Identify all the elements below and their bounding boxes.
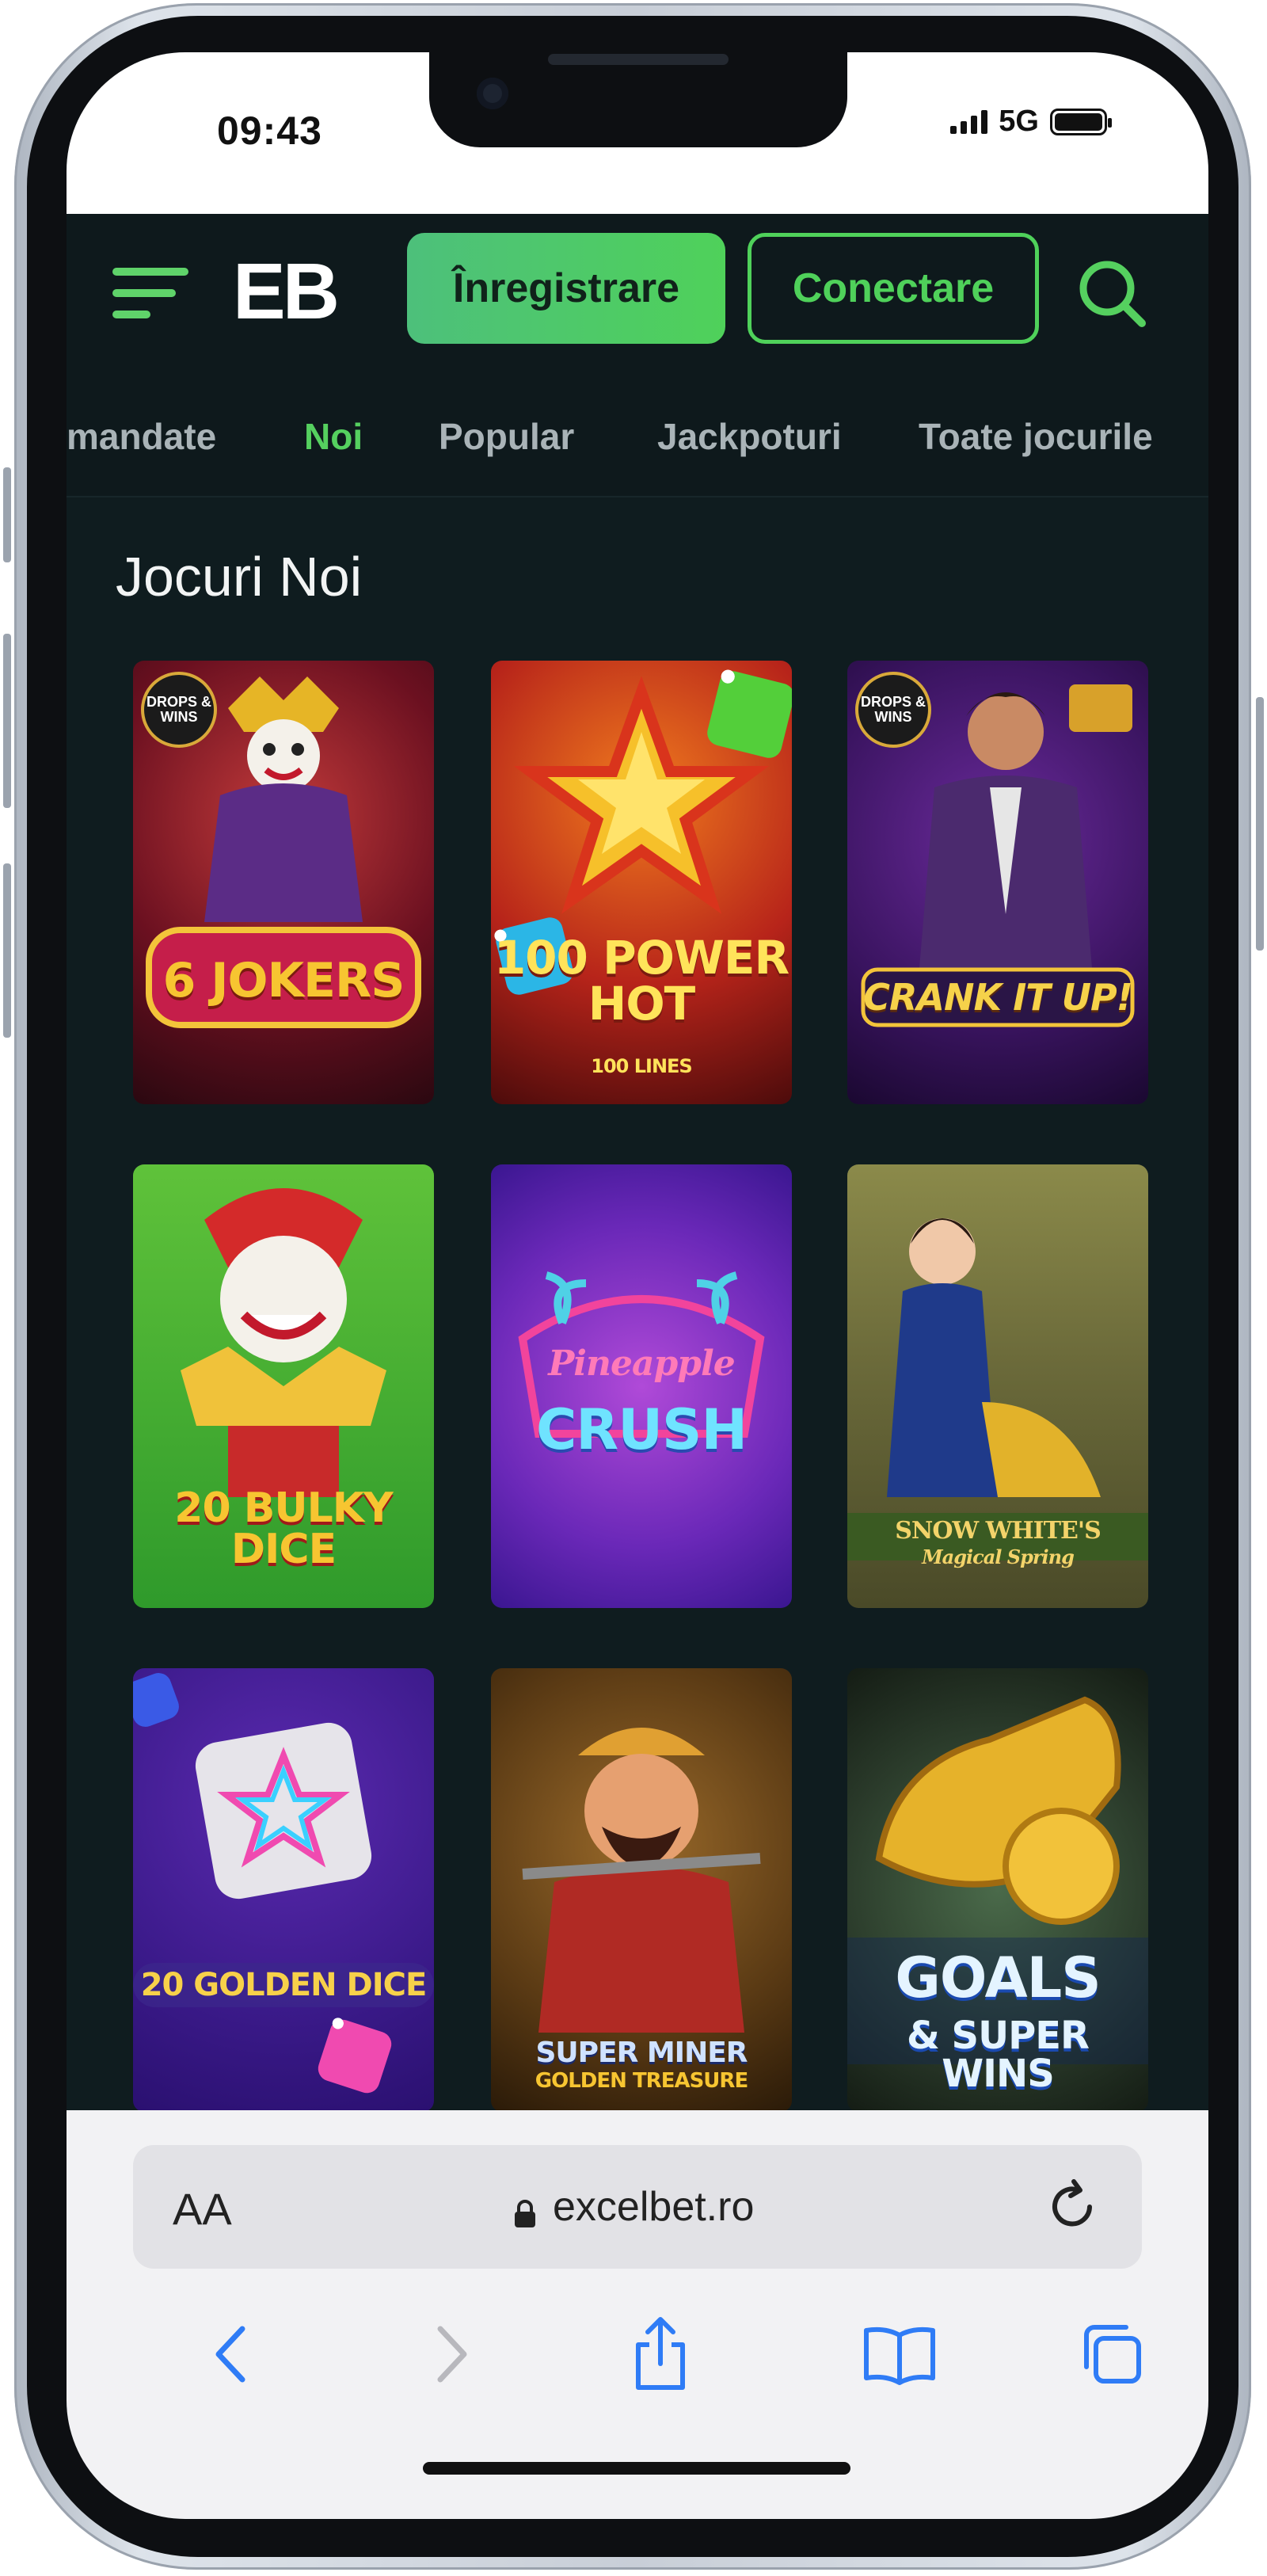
game-title: 100 POWER HOT	[493, 931, 789, 1031]
game-card-20-bulky-dice[interactable]: 20 BULKY DICE	[133, 1164, 434, 1608]
home-indicator[interactable]	[423, 2462, 850, 2475]
game-title: 6 JOKERS	[162, 953, 405, 1008]
game-title: SUPER MINER	[535, 2037, 748, 2069]
game-card-goals-super-wins[interactable]: GOALS & SUPER WINS	[847, 1668, 1148, 2110]
address-bar[interactable]: AA excelbet.ro	[133, 2145, 1142, 2269]
screen: 09:43 5G EB Înregistrare Conectare manda…	[67, 52, 1208, 2519]
drops-wins-badge: DROPS & WINS	[141, 672, 217, 748]
share-icon[interactable]	[621, 2315, 700, 2394]
game-subtitle: GOLDEN TREASURE	[535, 2069, 748, 2093]
logo[interactable]: EB	[233, 252, 340, 331]
game-title: 20 BULKY DICE	[174, 1484, 393, 1573]
back-icon[interactable]	[192, 2315, 271, 2394]
speaker	[548, 54, 729, 65]
app-header: EB Înregistrare Conectare	[67, 214, 1208, 372]
browser-nav-row	[67, 2307, 1208, 2402]
power-button	[1256, 697, 1264, 951]
drops-wins-badge: DROPS & WINS	[855, 672, 931, 748]
lock-icon	[513, 2192, 537, 2227]
category-tabs: mandate Noi Popular Jackpoturi Toate joc…	[67, 372, 1208, 497]
search-icon[interactable]	[1074, 255, 1150, 331]
status-time: 09:43	[217, 109, 322, 153]
mute-switch	[3, 467, 11, 562]
volume-down-button	[3, 863, 11, 1038]
register-button[interactable]: Înregistrare	[407, 233, 725, 344]
status-indicators: 5G	[950, 105, 1112, 139]
volume-up-button	[3, 634, 11, 808]
browser-toolbar: AA excelbet.ro	[67, 2110, 1208, 2519]
tab-popular[interactable]: Popular	[439, 415, 574, 458]
front-camera	[477, 78, 508, 109]
battery-icon	[1050, 108, 1112, 135]
game-subtitle: Magical Spring	[922, 1545, 1075, 1568]
tab-new[interactable]: Noi	[304, 415, 363, 458]
game-card-6-jokers[interactable]: DROPS & WINS 6 JOKERS	[133, 661, 434, 1104]
game-title: GOALS	[895, 1945, 1101, 2010]
main-content: Jocuri Noi DROPS & WINS 6 JOKERS 100 POW…	[67, 497, 1208, 2110]
tab-recommended[interactable]: mandate	[67, 415, 216, 458]
game-subtitle: CRUSH	[535, 1397, 748, 1462]
signal-icon	[950, 109, 988, 134]
url-text: excelbet.ro	[553, 2184, 755, 2230]
url-display: excelbet.ro	[513, 2183, 754, 2231]
game-card-snow-white[interactable]: SNOW WHITE'S Magical Spring	[847, 1164, 1148, 1608]
game-subtitle: & SUPER WINS	[906, 2014, 1090, 2096]
palm-illustration	[518, 1271, 765, 1438]
game-card-pineapple-crush[interactable]: Pineapple CRUSH	[491, 1164, 792, 1608]
bookmarks-icon[interactable]	[860, 2315, 939, 2394]
network-label: 5G	[999, 105, 1039, 138]
status-bar: 09:43 5G	[67, 52, 1208, 214]
game-card-20-golden-dice[interactable]: 20 GOLDEN DICE	[133, 1668, 434, 2110]
notch	[429, 52, 847, 147]
forward-icon[interactable]	[412, 2315, 491, 2394]
login-button[interactable]: Conectare	[748, 233, 1039, 344]
tab-all-games[interactable]: Toate jocurile	[919, 415, 1153, 458]
game-title: Pineapple	[548, 1343, 736, 1384]
game-card-100-power-hot[interactable]: 100 POWER HOT 100 LINES	[491, 661, 792, 1104]
section-title: Jocuri Noi	[116, 546, 363, 608]
game-title: CRANK IT UP!	[863, 976, 1133, 1019]
reload-icon[interactable]	[1042, 2177, 1102, 2237]
tab-jackpots[interactable]: Jackpoturi	[657, 415, 842, 458]
game-card-crank-it-up[interactable]: DROPS & WINS CRANK IT UP!	[847, 661, 1148, 1104]
menu-icon[interactable]	[112, 265, 188, 322]
game-card-super-miner[interactable]: SUPER MINER GOLDEN TREASURE	[491, 1668, 792, 2110]
game-subtitle: 100 LINES	[591, 1055, 692, 1077]
tabs-icon[interactable]	[1072, 2315, 1151, 2394]
game-title: SNOW WHITE'S	[895, 1517, 1101, 1545]
text-size-button[interactable]: AA	[173, 2183, 232, 2235]
game-title: 20 GOLDEN DICE	[133, 1963, 434, 2007]
